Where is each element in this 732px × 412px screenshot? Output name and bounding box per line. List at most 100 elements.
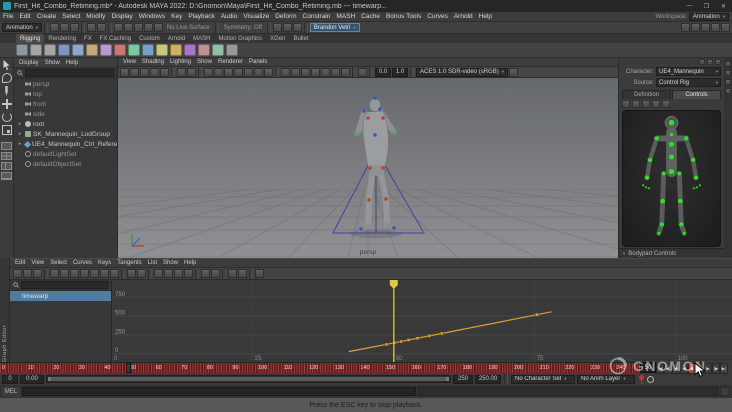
menu-deform[interactable]: Deform: [272, 13, 299, 20]
hik-selection-mode[interactable]: [642, 100, 650, 108]
current-frame-marker[interactable]: [126, 363, 131, 373]
screen-space-ao-icon[interactable]: [331, 67, 340, 77]
hik-effector-dot[interactable]: [641, 183, 645, 187]
shelf-tab-mash[interactable]: MASH: [189, 34, 214, 43]
outliner-item-defaultlightset[interactable]: defaultLightSet: [14, 149, 117, 159]
bind-skin-shelf-icon[interactable]: [86, 44, 98, 56]
graph-editor-menu-help[interactable]: Help: [182, 260, 198, 266]
toolbox-layout-persp-outliner[interactable]: [1, 162, 12, 170]
field-chart-icon[interactable]: [244, 67, 253, 77]
render-current-frame-icon[interactable]: [272, 23, 282, 32]
ik-handle-tool-shelf-icon[interactable]: [72, 44, 84, 56]
outliner-item-top[interactable]: top: [14, 89, 117, 99]
step-back-one-frame-button[interactable]: ◀: [672, 363, 680, 374]
hik-effector-dot[interactable]: [676, 171, 682, 177]
safe-title-icon[interactable]: [264, 67, 273, 77]
hik-effector-dot[interactable]: [683, 135, 689, 142]
spline-tangents-icon[interactable]: [50, 269, 59, 278]
hik-effector-dot[interactable]: [668, 168, 675, 176]
2d-pan-zoom-icon[interactable]: [177, 67, 186, 77]
current-time-field[interactable]: 50: [640, 362, 656, 373]
bookmarks-icon[interactable]: [150, 67, 159, 77]
snapshot-icon[interactable]: [508, 67, 518, 77]
go-to-playback-start-button[interactable]: |◀: [656, 363, 664, 374]
hik-effector-dot[interactable]: [647, 157, 653, 163]
save-scene-icon[interactable]: [69, 23, 79, 32]
make-live-icon[interactable]: [153, 23, 163, 32]
curve-key[interactable]: [439, 331, 444, 336]
tab-controls[interactable]: Controls: [672, 90, 721, 99]
menu-visualize[interactable]: Visualize: [240, 13, 272, 20]
lattice-deformer-shelf-icon[interactable]: [142, 44, 154, 56]
graph-editor-menu-keys[interactable]: Keys: [96, 260, 113, 266]
break-tangents-icon[interactable]: [154, 269, 163, 278]
hik-aux-pivot[interactable]: [662, 100, 670, 108]
playback-end-field[interactable]: 250: [453, 374, 473, 384]
hik-effector-dot[interactable]: [659, 198, 666, 204]
plateau-tangents-icon[interactable]: [100, 269, 109, 278]
resolution-gate-icon[interactable]: [224, 67, 233, 77]
outliner-menu-show[interactable]: Show: [43, 60, 62, 66]
channel-timewarp[interactable]: timewarp: [10, 291, 111, 301]
undo-icon[interactable]: [86, 23, 96, 32]
wrap-deformer-shelf-icon[interactable]: [156, 44, 168, 56]
menu-file[interactable]: File: [0, 13, 16, 20]
unify-tangents-icon[interactable]: [164, 269, 173, 278]
hik-effector-dot[interactable]: [644, 185, 648, 189]
snap-to-curve-icon[interactable]: [123, 23, 133, 32]
grease-pencil-icon[interactable]: [187, 67, 196, 77]
hik-effector-dot[interactable]: [668, 119, 675, 127]
outliner-item-persp[interactable]: persp: [14, 79, 117, 89]
snap-to-view-plane-icon[interactable]: [143, 23, 153, 32]
outliner-item-front[interactable]: front: [14, 99, 117, 109]
graph-editor-curve-view[interactable]: 0 250 500 750 0 25 50 75 100: [112, 280, 732, 362]
camera-attributes-icon[interactable]: [140, 67, 149, 77]
hik-effector-dot[interactable]: [654, 135, 660, 142]
outliner-search-input[interactable]: [25, 69, 114, 77]
hik-effector-dot[interactable]: [644, 174, 650, 181]
value-snap-icon[interactable]: [211, 269, 220, 278]
viewport-menu-shading[interactable]: Shading: [140, 59, 166, 65]
toolbox-layout-persp-graph[interactable]: [1, 172, 12, 180]
viewport-menu-lighting[interactable]: Lighting: [168, 59, 193, 65]
time-snap-icon[interactable]: [201, 269, 210, 278]
outliner-item-side[interactable]: side: [14, 109, 117, 119]
shelf-tab-rigging[interactable]: Rigging: [16, 34, 45, 43]
sphere-primitive-shelf-icon[interactable]: [30, 44, 42, 56]
sidebar-toggle-attribute-editor[interactable]: [725, 70, 731, 76]
motion-trail-shelf-icon[interactable]: [212, 44, 224, 56]
linear-tangents-icon[interactable]: [70, 269, 79, 278]
maximize-button[interactable]: ❐: [698, 0, 715, 12]
open-scene-icon[interactable]: [59, 23, 69, 32]
workspace-selector[interactable]: Animation ▾: [689, 12, 729, 21]
snap-to-point-icon[interactable]: [133, 23, 143, 32]
flat-tangents-icon[interactable]: [80, 269, 89, 278]
auto-tangents-icon[interactable]: [110, 269, 119, 278]
viewport-menu-show[interactable]: Show: [195, 59, 214, 65]
viewport-menu-panels[interactable]: Panels: [247, 59, 269, 65]
auto-keyframe-icon[interactable]: [637, 374, 645, 384]
toolbox-paint-select-tool[interactable]: [5, 86, 8, 96]
user-shelf-selector[interactable]: Brandon Vetri ▾: [309, 23, 360, 32]
curve-smoothness-icon[interactable]: [255, 269, 264, 278]
hik-menu-icon[interactable]: [699, 59, 705, 65]
menu-key[interactable]: Key: [168, 13, 185, 20]
hik-effector-dot[interactable]: [658, 221, 665, 228]
viewport-canvas[interactable]: persp: [118, 78, 618, 258]
toolbox-layout-four-pane[interactable]: [1, 152, 12, 160]
menu-display[interactable]: Display: [108, 13, 135, 20]
clamped-tangents-icon[interactable]: [60, 269, 69, 278]
character-set-selector[interactable]: No Character Set ▾: [511, 374, 575, 384]
curve-key[interactable]: [415, 336, 420, 340]
move-keys-tool-icon[interactable]: [13, 269, 22, 278]
toolbox-layout-single-pane[interactable]: [1, 142, 12, 150]
menu-modify[interactable]: Modify: [83, 13, 108, 20]
menu-curves[interactable]: Curves: [424, 13, 451, 20]
toolbox-rotate-tool[interactable]: [1, 112, 12, 122]
lattice-deform-keys-icon[interactable]: [33, 269, 42, 278]
menu-windows[interactable]: Windows: [136, 13, 168, 20]
isolate-select-icon[interactable]: [358, 67, 367, 77]
ghosting-shelf-icon[interactable]: [226, 44, 238, 56]
film-gate-icon[interactable]: [214, 67, 223, 77]
command-input[interactable]: [22, 387, 416, 396]
